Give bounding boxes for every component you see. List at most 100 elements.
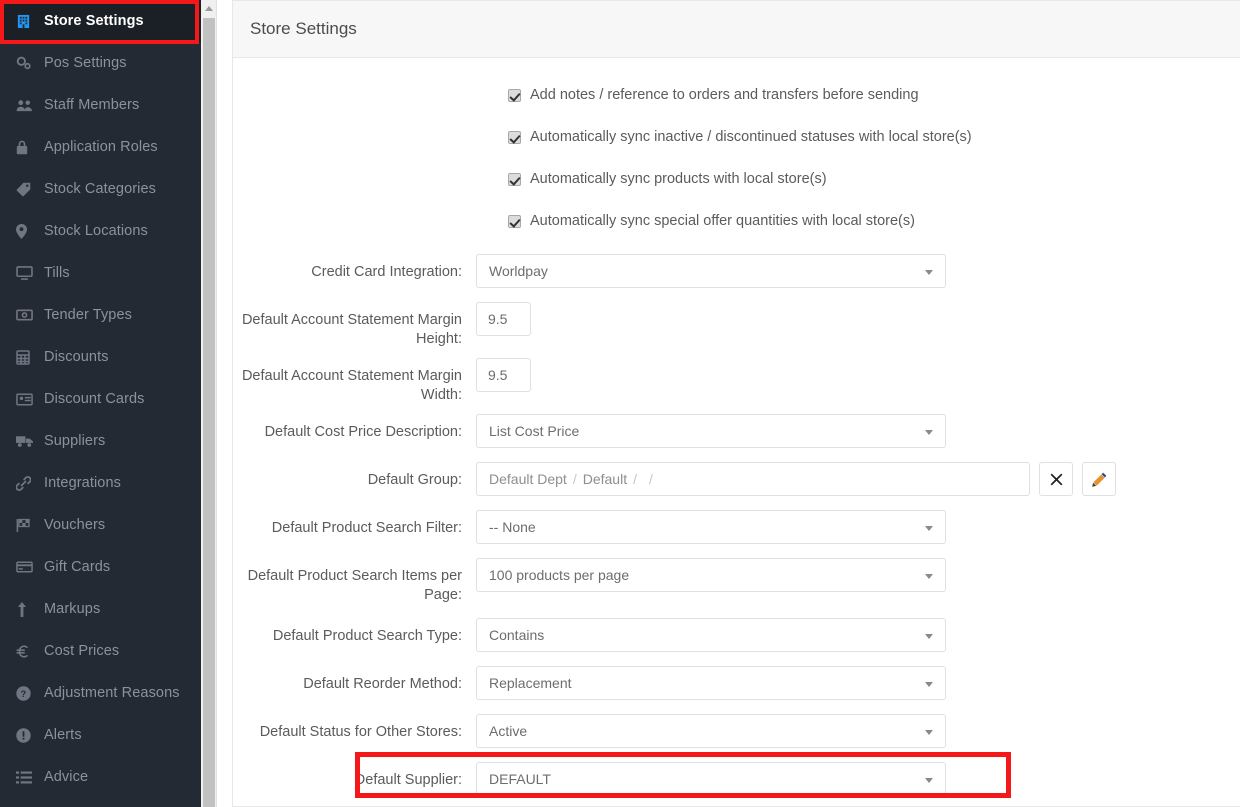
- field-row-default-group: Default Group: Default Dept / Default / …: [233, 462, 1240, 497]
- field-label: Default Account Statement Margin Height:: [241, 312, 462, 347]
- field-label: Default Product Search Filter:: [271, 520, 462, 537]
- input-value: 9.5: [488, 311, 508, 327]
- checkbox-row-sync-statuses[interactable]: Automatically sync inactive / discontinu…: [233, 116, 1240, 158]
- chevron-down-icon: [925, 270, 933, 275]
- field-label: Default Group:: [367, 472, 462, 489]
- checkbox-sync-statuses[interactable]: [508, 130, 521, 144]
- lock-icon: [16, 140, 42, 155]
- sidebar-item-stock-categories[interactable]: Stock Categories: [0, 168, 201, 210]
- field-label: Default Supplier:: [354, 772, 462, 789]
- sidebar-item-stock-locations[interactable]: Stock Locations: [0, 210, 201, 252]
- building-icon: [16, 14, 42, 29]
- sidebar-scrollbar[interactable]: [201, 0, 217, 807]
- sidebar-item-pos-settings[interactable]: Pos Settings: [0, 42, 201, 84]
- sidebar-item-adjustment-reasons[interactable]: ? Adjustment Reasons: [0, 672, 201, 714]
- field-row-product-search-items-per-page: Default Product Search Items per Page: 1…: [233, 558, 1240, 604]
- cost-price-description-select[interactable]: List Cost Price: [476, 414, 946, 449]
- sidebar-item-tender-types[interactable]: Tender Types: [0, 294, 201, 336]
- sidebar-item-application-roles[interactable]: Application Roles: [0, 126, 201, 168]
- group-separator: /: [648, 471, 653, 488]
- sidebar: Store Settings Pos Settings Staff Member…: [0, 0, 201, 807]
- margin-width-input[interactable]: 9.5: [476, 358, 531, 393]
- sidebar-item-label: Pos Settings: [44, 55, 127, 71]
- default-group-input[interactable]: Default Dept / Default / /: [476, 462, 1030, 497]
- input-value: 9.5: [488, 367, 508, 384]
- chevron-down-icon: [925, 634, 933, 640]
- sidebar-item-staff-members[interactable]: Staff Members: [0, 84, 201, 126]
- sidebar-item-label: Staff Members: [44, 97, 140, 113]
- product-search-items-per-page-select[interactable]: 100 products per page: [476, 558, 946, 593]
- scroll-up-arrow-icon[interactable]: [201, 0, 216, 17]
- product-search-type-select[interactable]: Contains: [476, 618, 946, 653]
- question-circle-icon: ?: [16, 685, 42, 701]
- panel-header: Store Settings: [233, 1, 1240, 58]
- scrollbar-thumb[interactable]: [203, 18, 215, 807]
- sidebar-item-store-settings[interactable]: Store Settings: [0, 0, 201, 42]
- status-other-stores-select[interactable]: Active: [476, 714, 946, 749]
- truck-icon: [16, 435, 42, 448]
- edit-default-group-button[interactable]: [1082, 462, 1116, 497]
- sidebar-item-discounts[interactable]: Discounts: [0, 336, 201, 378]
- close-icon: [1050, 473, 1062, 486]
- checkbox-sync-products[interactable]: [508, 172, 521, 186]
- desktop-icon: [16, 266, 42, 280]
- chevron-down-icon: [925, 430, 933, 436]
- svg-text:?: ?: [21, 689, 27, 700]
- field-label: Default Product Search Items per Page:: [247, 568, 462, 603]
- sidebar-item-markups[interactable]: Markups: [0, 588, 201, 630]
- sidebar-item-vouchers[interactable]: Vouchers: [0, 504, 201, 546]
- checkbox-row-add-notes[interactable]: Add notes / reference to orders and tran…: [233, 74, 1240, 116]
- sidebar-item-gift-cards[interactable]: Gift Cards: [0, 546, 201, 588]
- checkbox-label: Automatically sync products with local s…: [530, 171, 827, 187]
- product-search-filter-select[interactable]: -- None: [476, 510, 946, 545]
- sidebar-item-label: Tender Types: [44, 307, 132, 323]
- field-label: Default Status for Other Stores:: [259, 724, 462, 741]
- select-value: DEFAULT: [489, 771, 551, 788]
- sidebar-item-label: Markups: [44, 601, 101, 617]
- field-row-cost-price-description: Default Cost Price Description: List Cos…: [233, 414, 1240, 449]
- clear-default-group-button[interactable]: [1039, 462, 1073, 497]
- field-row-margin-width: Default Account Statement Margin Width: …: [233, 358, 1240, 404]
- credit-card-integration-select[interactable]: Worldpay: [476, 254, 946, 288]
- main-content: Store Settings Add notes / reference to …: [201, 0, 1240, 807]
- sidebar-item-suppliers[interactable]: Suppliers: [0, 420, 201, 462]
- field-label: Default Account Statement Margin Width:: [241, 368, 462, 403]
- checkbox-sync-special-offers[interactable]: [508, 214, 521, 228]
- sidebar-item-advice[interactable]: Advice: [0, 756, 201, 798]
- sidebar-item-label: Vouchers: [44, 517, 106, 533]
- default-supplier-select[interactable]: DEFAULT: [476, 762, 946, 797]
- sidebar-item-label: Suppliers: [44, 433, 106, 449]
- chevron-down-icon: [925, 574, 933, 580]
- chevron-down-icon: [925, 682, 933, 688]
- field-row-reorder-method: Default Reorder Method: Replacement: [233, 666, 1240, 701]
- sidebar-item-integrations[interactable]: Integrations: [0, 462, 201, 504]
- sidebar-item-alerts[interactable]: Alerts: [0, 714, 201, 756]
- margin-height-input[interactable]: 9.5: [476, 302, 531, 336]
- sidebar-item-label: Store Settings: [44, 13, 144, 29]
- field-label: Default Product Search Type:: [272, 628, 462, 645]
- page-title: Store Settings: [250, 19, 357, 38]
- arrow-up-icon: [16, 601, 42, 617]
- checkbox-add-notes[interactable]: [508, 88, 521, 102]
- group-segment-2: Default: [582, 471, 628, 488]
- reorder-method-select[interactable]: Replacement: [476, 666, 946, 701]
- sidebar-item-discount-cards[interactable]: Discount Cards: [0, 378, 201, 420]
- group-separator: /: [572, 471, 577, 488]
- sidebar-item-label: Gift Cards: [44, 559, 111, 575]
- checkbox-row-sync-products[interactable]: Automatically sync products with local s…: [233, 158, 1240, 200]
- checkbox-label: Add notes / reference to orders and tran…: [530, 87, 919, 103]
- link-icon: [16, 475, 42, 491]
- euro-icon: [16, 644, 42, 659]
- field-label: Default Cost Price Description:: [264, 424, 462, 441]
- field-label: Credit Card Integration:: [311, 264, 462, 280]
- sidebar-item-tills[interactable]: Tills: [0, 252, 201, 294]
- chevron-down-icon: [925, 778, 933, 784]
- sidebar-item-label: Discounts: [44, 349, 109, 365]
- checkbox-label: Automatically sync special offer quantit…: [530, 213, 915, 229]
- pencil-icon: [1091, 472, 1106, 487]
- money-icon: [16, 309, 42, 321]
- sidebar-item-cost-prices[interactable]: Cost Prices: [0, 630, 201, 672]
- checkbox-row-sync-special-offers[interactable]: Automatically sync special offer quantit…: [233, 200, 1240, 242]
- tag-icon: [16, 182, 42, 197]
- map-marker-icon: [16, 223, 42, 239]
